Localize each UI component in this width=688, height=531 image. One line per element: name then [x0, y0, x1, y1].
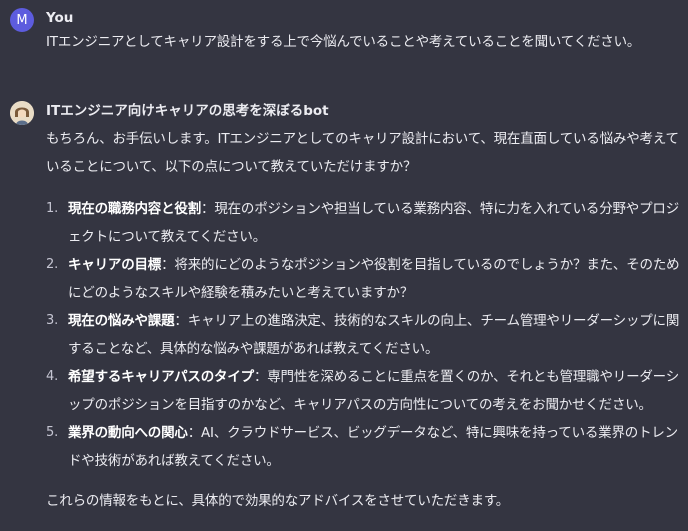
list-item: 4. 希望するキャリアパスのタイプ：専門性を深めることに重点を置くのか、それとも…	[46, 363, 680, 419]
bot-author-name: ITエンジニア向けキャリアの思考を深ぼるbot	[46, 103, 329, 119]
list-number: 2.	[46, 257, 59, 272]
user-message-text: ITエンジニアとしてキャリア設計をする上で今悩んでいることや考えていることを聞い…	[46, 34, 641, 50]
bot-avatar-icon	[10, 101, 34, 125]
list-item: 5. 業界の動向への関心：AI、クラウドサービス、ビッグデータなど、特に興味を持…	[46, 419, 680, 475]
bot-intro-text: もちろん、お手伝いします。ITエンジニアとしてのキャリア設計において、現在直面し…	[46, 131, 679, 175]
list-number: 3.	[46, 313, 59, 328]
list-number: 5.	[46, 425, 59, 440]
user-message: M You ITエンジニアとしてキャリア設計をする上で今悩んでいることや考えてい…	[10, 8, 680, 54]
list-term: 希望するキャリアパスのタイプ	[68, 369, 254, 385]
bot-closing-text: これらの情報をもとに、具体的で効果的なアドバイスをさせていただきます。	[46, 493, 510, 509]
list-item: 2. キャリアの目標：将来的にどのようなポジションや役割を目指しているのでしょう…	[46, 251, 680, 307]
list-item: 1. 現在の職務内容と役割：現在のポジションや担当している業務内容、特に力を入れ…	[46, 195, 680, 251]
user-message-body: You ITエンジニアとしてキャリア設計をする上で今悩んでいることや考えているこ…	[46, 8, 680, 54]
question-list: 1. 現在の職務内容と役割：現在のポジションや担当している業務内容、特に力を入れ…	[46, 195, 680, 475]
user-avatar[interactable]: M	[10, 8, 34, 32]
list-separator: ：	[253, 369, 268, 385]
list-term: 現在の職務内容と役割	[68, 201, 201, 217]
list-separator: ：	[161, 257, 175, 273]
user-author-name: You	[46, 10, 74, 26]
list-item: 3. 現在の悩みや課題：キャリア上の進路決定、技術的なスキルの向上、チーム管理や…	[46, 307, 680, 363]
list-term: 現在の悩みや課題	[68, 313, 175, 329]
list-separator: ：	[187, 425, 202, 441]
list-separator: ：	[174, 313, 188, 329]
list-term: キャリアの目標	[68, 257, 162, 273]
list-separator: ：	[201, 201, 215, 217]
list-term: 業界の動向への関心	[68, 425, 188, 441]
bot-message-body: ITエンジニア向けキャリアの思考を深ぼるbot もちろん、お手伝いします。ITエ…	[46, 101, 680, 515]
list-number: 4.	[46, 369, 59, 384]
user-avatar-letter: M	[16, 12, 28, 28]
bot-avatar[interactable]	[10, 101, 34, 125]
list-number: 1.	[46, 201, 59, 216]
bot-message: ITエンジニア向けキャリアの思考を深ぼるbot もちろん、お手伝いします。ITエ…	[10, 101, 680, 515]
